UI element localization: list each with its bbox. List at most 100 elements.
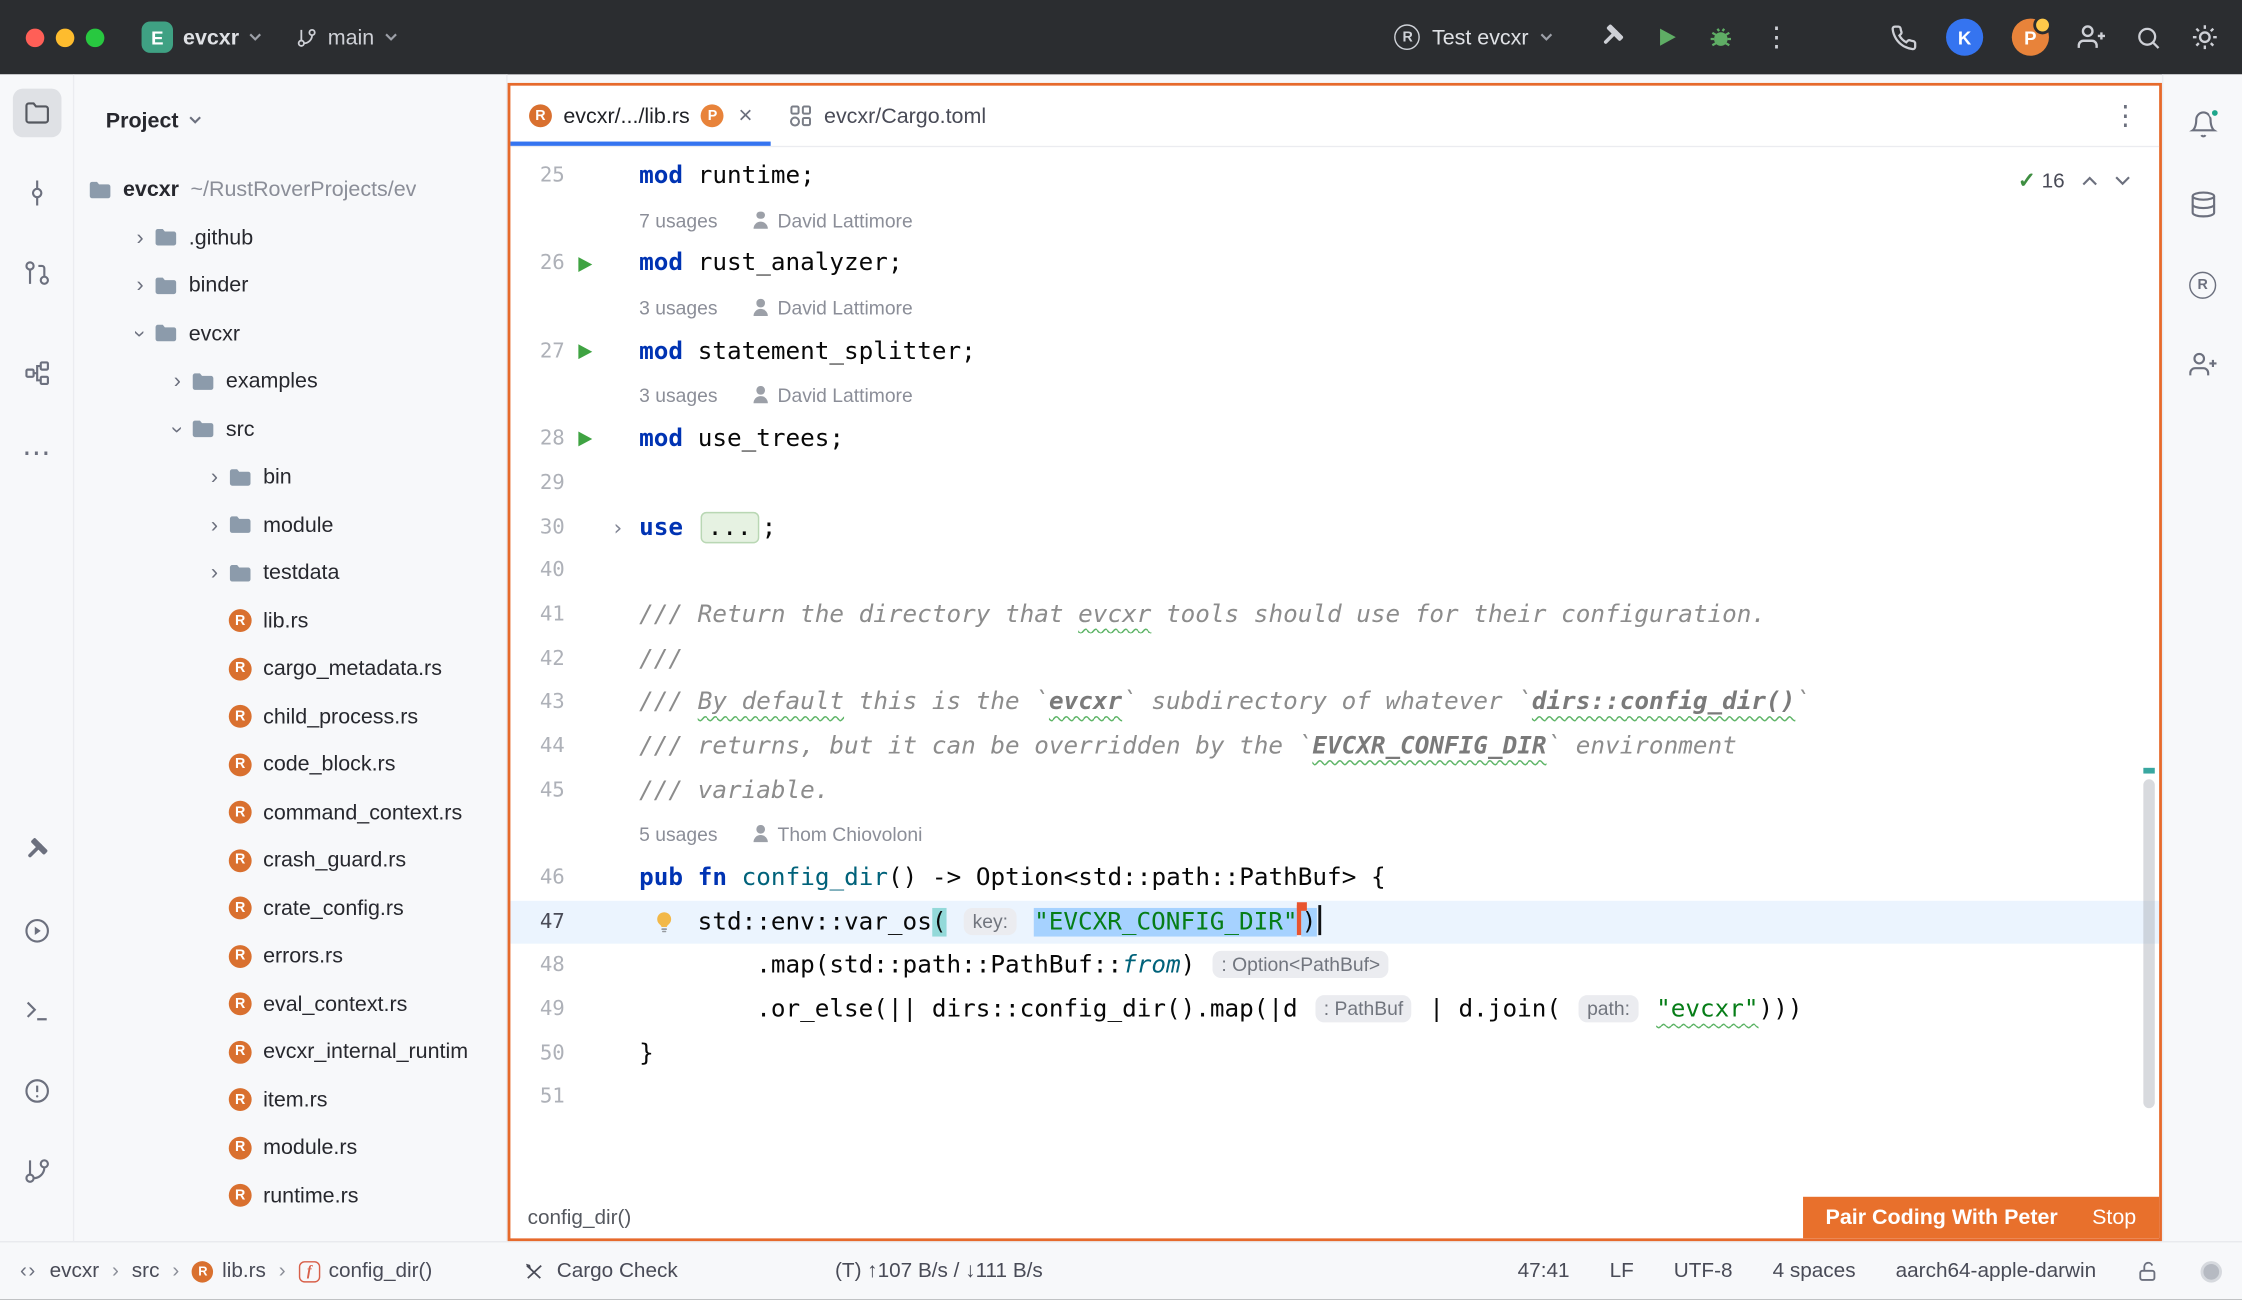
structure-tool-button[interactable]	[12, 349, 61, 398]
tree-item-evcxr[interactable]: evcxr~/RustRoverProjects/ev	[74, 166, 506, 214]
previous-problem-icon[interactable]	[2082, 175, 2098, 185]
chevron-collapsed-icon[interactable]: ›	[126, 273, 155, 297]
tree-item-child_process.rs[interactable]: Rchild_process.rs	[74, 693, 506, 741]
zoom-window-button[interactable]	[86, 28, 105, 47]
services-tool-button[interactable]	[12, 907, 61, 956]
code-line[interactable]: 41/// Return the directory that evcxr to…	[510, 593, 2159, 637]
tab-lib-rs[interactable]: R evcxr/.../lib.rs P ×	[510, 86, 771, 146]
tree-item-examples[interactable]: ›examples	[74, 357, 506, 405]
project-tool-button[interactable]	[12, 89, 61, 138]
more-tool-windows-button[interactable]: ⋯	[12, 429, 61, 478]
notifications-button[interactable]	[2178, 100, 2227, 149]
code-line[interactable]: 42///	[510, 637, 2159, 681]
editor-body[interactable]: 25mod runtime;7 usagesDavid Lattimore26m…	[510, 147, 2159, 1197]
branch-selector[interactable]: main	[285, 18, 409, 57]
run-gutter-icon[interactable]	[565, 330, 605, 374]
chevron-collapsed-icon[interactable]: ›	[163, 369, 192, 393]
code-line[interactable]: 29	[510, 462, 2159, 506]
usages-hint[interactable]: 3 usages	[639, 385, 717, 406]
scrollbar-thumb[interactable]	[2143, 779, 2154, 1108]
context-breadcrumb[interactable]: config_dir()	[510, 1206, 631, 1229]
tree-item-.github[interactable]: ›.github	[74, 214, 506, 262]
fold-arrow-icon[interactable]: ›	[605, 505, 631, 549]
breadcrumb-src[interactable]: src	[132, 1260, 160, 1283]
tree-item-evcxr[interactable]: ›evcxr	[74, 310, 506, 358]
tree-item-errors.rs[interactable]: Rerrors.rs	[74, 932, 506, 980]
code-line[interactable]: 49 .or_else(|| dirs::config_dir().map(|d…	[510, 988, 2159, 1032]
tree-item-binder[interactable]: ›binder	[74, 262, 506, 310]
run-button[interactable]	[1656, 26, 1679, 49]
version-control-tool-button[interactable]	[12, 1147, 61, 1196]
cargo-check-widget[interactable]: Cargo Check	[524, 1260, 678, 1283]
tree-item-src[interactable]: ›src	[74, 405, 506, 453]
code-hint-row[interactable]: 5 usages Thom Chiovoloni	[510, 813, 2159, 857]
code-hint-row[interactable]: 3 usages David Lattimore	[510, 286, 2159, 330]
call-button[interactable]	[1890, 24, 1917, 51]
debug-button[interactable]	[1707, 24, 1734, 51]
cursor-position[interactable]: 47:41	[1518, 1260, 1570, 1283]
code-line[interactable]: 50}	[510, 1032, 2159, 1076]
file-encoding[interactable]: UTF-8	[1674, 1260, 1733, 1283]
code-line[interactable]: 45/// variable.	[510, 769, 2159, 813]
code-hint-row[interactable]: 3 usages David Lattimore	[510, 374, 2159, 418]
tree-item-crash_guard.rs[interactable]: Rcrash_guard.rs	[74, 836, 506, 884]
code-line[interactable]: 43/// By default this is the `evcxr` sub…	[510, 681, 2159, 725]
inspections-widget[interactable]: ✓ 16	[2012, 164, 2136, 195]
project-panel-header[interactable]: Project	[74, 74, 506, 166]
breadcrumb-file[interactable]: Rlib.rs	[192, 1260, 266, 1283]
tree-item-code_block.rs[interactable]: Rcode_block.rs	[74, 741, 506, 789]
network-speed[interactable]: (T) ↑107 B/s / ↓111 B/s	[835, 1260, 1043, 1283]
chevron-collapsed-icon[interactable]: ›	[126, 226, 155, 250]
breadcrumb-project[interactable]: evcxr	[50, 1260, 100, 1283]
author-hint[interactable]: David Lattimore	[778, 385, 913, 406]
chevron-expanded-icon[interactable]: ›	[165, 415, 189, 444]
code-line[interactable]: 40	[510, 549, 2159, 593]
run-configuration-selector[interactable]: R Test evcxr	[1383, 17, 1564, 57]
user-avatar-k[interactable]: K	[1946, 19, 1983, 56]
line-separator[interactable]: LF	[1610, 1260, 1634, 1283]
tree-item-evcxr_internal_runtim[interactable]: Revcxr_internal_runtim	[74, 1028, 506, 1076]
breadcrumb-function[interactable]: fconfig_dir()	[299, 1260, 433, 1283]
run-gutter-icon[interactable]	[565, 418, 605, 462]
commit-tool-button[interactable]	[12, 169, 61, 218]
author-hint[interactable]: David Lattimore	[778, 297, 913, 318]
author-hint[interactable]: Thom Chiovoloni	[778, 824, 923, 845]
editor-scrollbar[interactable]	[2140, 147, 2157, 1197]
code-line[interactable]: 28mod use_trees;	[510, 418, 2159, 462]
code-line[interactable]: 47 std::env::var_os( key: "EVCXR_CONFIG_…	[510, 900, 2159, 944]
invite-user-button[interactable]	[2078, 23, 2107, 52]
code-line[interactable]: 25mod runtime;	[510, 154, 2159, 198]
progress-indicator[interactable]	[2201, 1260, 2222, 1281]
build-tool-button[interactable]	[12, 826, 61, 875]
chevron-collapsed-icon[interactable]: ›	[200, 465, 229, 489]
settings-button[interactable]	[2191, 23, 2220, 52]
code-line[interactable]: 30›use ...;	[510, 505, 2159, 549]
indent-style[interactable]: 4 spaces	[1773, 1260, 1856, 1283]
code-hint-row[interactable]: 7 usagesDavid Lattimore	[510, 198, 2159, 242]
tree-item-crate_config.rs[interactable]: Rcrate_config.rs	[74, 884, 506, 932]
code-line[interactable]: 48 .map(std::path::PathBuf::from) : Opti…	[510, 944, 2159, 988]
code-line[interactable]: 44/// returns, but it can be overridden …	[510, 725, 2159, 769]
tree-item-lib.rs[interactable]: Rlib.rs	[74, 597, 506, 645]
chevron-collapsed-icon[interactable]: ›	[200, 561, 229, 585]
chevron-expanded-icon[interactable]: ›	[128, 319, 152, 348]
project-selector[interactable]: E evcxr	[130, 14, 273, 60]
terminal-tool-button[interactable]	[12, 987, 61, 1036]
more-actions-button[interactable]: ⋮	[1763, 24, 1790, 51]
problems-tool-button[interactable]	[12, 1067, 61, 1116]
pull-requests-tool-button[interactable]	[12, 249, 61, 298]
tree-item-module[interactable]: ›module	[74, 501, 506, 549]
rust-tool-button[interactable]: R	[2178, 260, 2227, 309]
usages-hint[interactable]: 5 usages	[639, 824, 717, 845]
build-button[interactable]	[1599, 23, 1628, 52]
tree-item-testdata[interactable]: ›testdata	[74, 549, 506, 597]
tab-options-button[interactable]: ⋮	[2112, 86, 2159, 146]
code-line[interactable]: 27mod statement_splitter;	[510, 330, 2159, 374]
intention-bulb-icon[interactable]	[653, 910, 674, 933]
stop-pair-coding-button[interactable]: Stop	[2092, 1205, 2136, 1229]
code-with-me-button[interactable]	[2178, 340, 2227, 389]
close-window-button[interactable]	[26, 28, 45, 47]
toolchain[interactable]: aarch64-apple-darwin	[1896, 1260, 2097, 1283]
tree-item-runtime.rs[interactable]: Rruntime.rs	[74, 1172, 506, 1220]
usages-hint[interactable]: 3 usages	[639, 297, 717, 318]
